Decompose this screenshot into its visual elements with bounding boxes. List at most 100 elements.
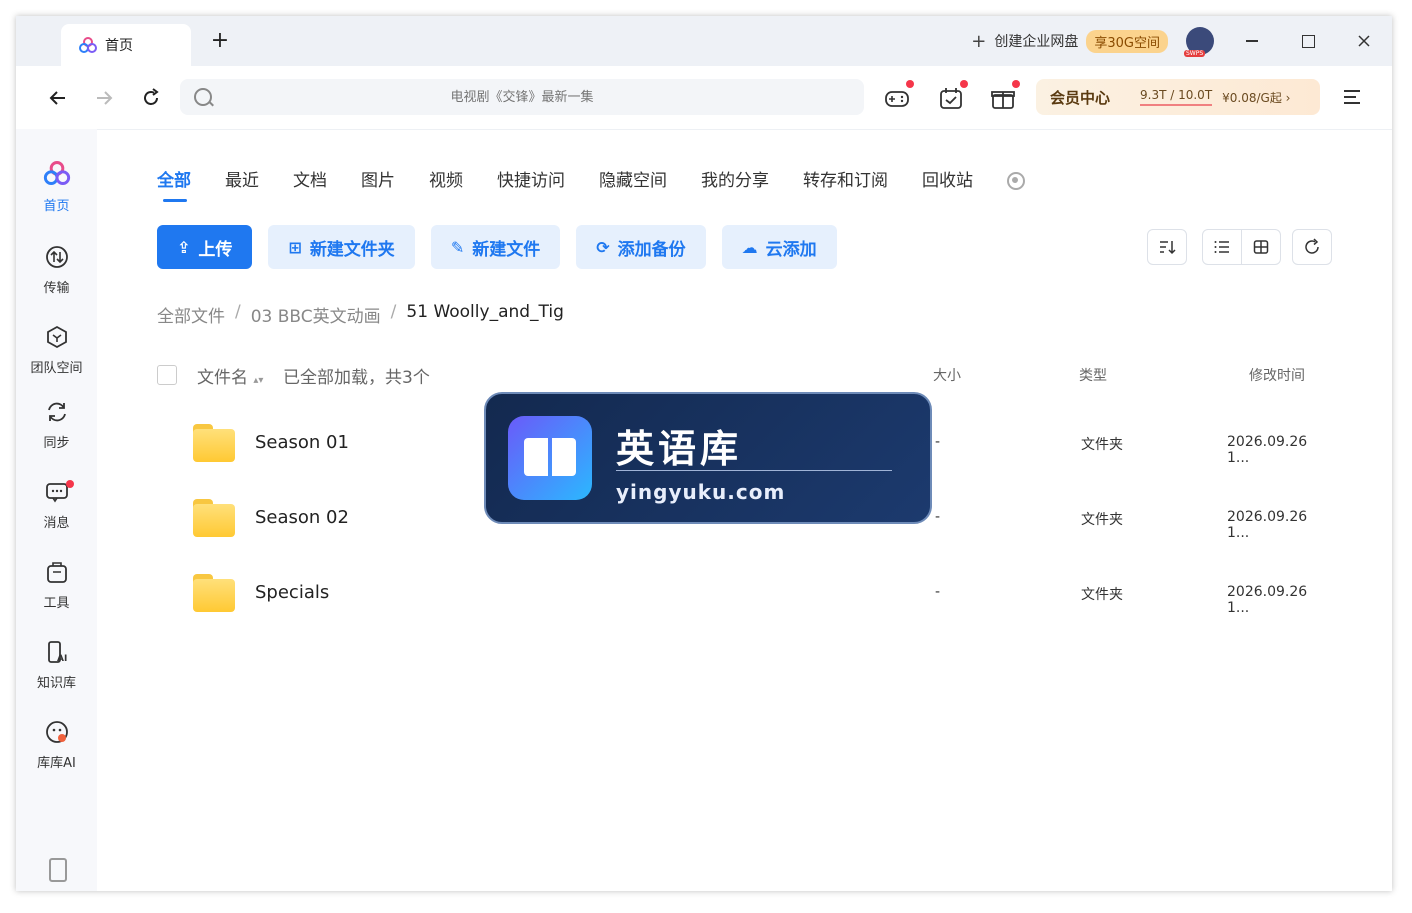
tab-quick-access[interactable]: 快捷访问 (497, 166, 565, 202)
tab-saved-subscriptions[interactable]: 转存和订阅 (803, 166, 888, 202)
tab-recent[interactable]: 最近 (225, 166, 259, 202)
enterprise-badge: 享30G空间 (1086, 29, 1168, 53)
maximize-button[interactable] (1280, 16, 1336, 66)
forward-icon[interactable] (92, 86, 116, 110)
tab-videos[interactable]: 视频 (429, 166, 463, 202)
watermark-divider (616, 470, 892, 471)
column-time-header[interactable]: 修改时间 (1249, 365, 1305, 385)
file-name[interactable]: Specials (255, 582, 329, 603)
calendar-check-icon[interactable] (938, 86, 964, 110)
transfer-icon (45, 246, 68, 268)
back-icon[interactable] (46, 86, 70, 110)
tab-documents[interactable]: 文档 (293, 166, 327, 202)
sidebar-item-sync[interactable]: 同步 (16, 400, 97, 451)
tab-home[interactable]: 首页 (61, 24, 191, 66)
refresh-icon[interactable] (139, 86, 163, 110)
file-name[interactable]: Season 01 (255, 432, 349, 453)
cube-icon (46, 325, 67, 349)
sidebar-item-label: 首页 (43, 199, 70, 214)
notification-dot (906, 80, 914, 88)
search-icon (194, 88, 212, 106)
new-file-label: 新建文件 (472, 239, 541, 260)
sidebar-item-kuku-ai[interactable]: 库库AI (16, 720, 97, 771)
upload-label: 上传 (198, 239, 233, 260)
sidebar-item-messages[interactable]: 消息 (16, 480, 97, 531)
sort-icon (1160, 241, 1176, 255)
search-input[interactable] (180, 88, 864, 106)
refresh-icon (1305, 238, 1319, 254)
mobile-device-icon[interactable] (49, 858, 67, 882)
close-button[interactable] (1336, 16, 1392, 66)
sort-arrows-icon: ▴▾ (253, 375, 264, 386)
app-window: 首页 + + 创建企业网盘 享30G空间 SWPS 电视剧《交锋》最新一集 会员… (16, 16, 1392, 891)
file-modified-time: 2026.09.26 1... (1227, 434, 1308, 466)
game-icon[interactable] (884, 86, 910, 110)
menu-icon[interactable] (1344, 90, 1360, 104)
watermark-url: yingyuku.com (616, 480, 786, 504)
select-all-checkbox[interactable] (157, 365, 177, 385)
new-folder-button[interactable]: ⊞ 新建文件夹 (268, 225, 415, 269)
eye-icon[interactable] (1007, 172, 1025, 190)
sidebar-item-label: 传输 (43, 281, 70, 296)
sidebar-item-team-space[interactable]: 团队空间 (16, 325, 97, 376)
column-name-header[interactable]: 文件名 ▴▾ (197, 363, 263, 388)
upload-button[interactable]: ⇪ 上传 (157, 225, 253, 269)
file-name[interactable]: Season 02 (255, 507, 349, 528)
table-header: 文件名 ▴▾ 已全部加载，共3个 大小 类型 修改时间 (157, 363, 1332, 388)
sidebar-item-knowledge-base[interactable]: AI 知识库 (16, 640, 97, 691)
toolbox-icon (46, 562, 67, 583)
toolbar: 会员中心 9.3T / 10.0T ¥0.08/G起 › (16, 66, 1392, 130)
cloud-upload-icon: ☁ (741, 237, 758, 257)
new-file-button[interactable]: ✎ 新建文件 (430, 225, 561, 269)
add-backup-button[interactable]: ⟳ 添加备份 (576, 225, 706, 269)
sidebar-item-label: 同步 (43, 436, 70, 451)
file-size: - (935, 584, 941, 600)
sidebar-item-tools[interactable]: 工具 (16, 560, 97, 611)
tab-hidden-space[interactable]: 隐藏空间 (599, 166, 667, 202)
list-view-button[interactable] (1202, 229, 1242, 265)
grid-icon (1253, 240, 1269, 254)
file-modified-time: 2026.09.26 1... (1227, 509, 1308, 541)
minimize-button[interactable] (1224, 16, 1280, 66)
ai-assistant-icon (45, 721, 68, 743)
breadcrumb: 全部文件 / 03 BBC英文动画 / 51 Woolly_and_Tig (157, 302, 564, 327)
tab-images[interactable]: 图片 (361, 166, 395, 202)
breadcrumb-current: 51 Woolly_and_Tig (406, 302, 564, 322)
storage-price: ¥0.08/G起 › (1222, 90, 1291, 105)
action-bar: ⇪ 上传 ⊞ 新建文件夹 ✎ 新建文件 ⟳ 添加备份 ☁ 云添加 (157, 225, 853, 269)
new-tab-button[interactable]: + (208, 30, 232, 54)
sidebar-item-transfer[interactable]: 传输 (16, 245, 97, 296)
svg-text:AI: AI (57, 654, 67, 664)
add-folder-icon: ⊞ (288, 237, 302, 257)
tab-all[interactable]: 全部 (157, 166, 191, 202)
refresh-list-button[interactable] (1292, 229, 1332, 265)
search-bar[interactable] (180, 79, 864, 115)
folder-icon (193, 499, 235, 537)
tab-my-shares[interactable]: 我的分享 (701, 166, 769, 202)
table-row[interactable]: Specials - 文件夹 2026.09.26 1... (157, 564, 1332, 624)
tab-title: 首页 (105, 38, 133, 54)
tab-recycle-bin[interactable]: 回收站 (922, 166, 973, 202)
file-size: - (935, 509, 941, 525)
create-enterprise-link[interactable]: + 创建企业网盘 享30G空间 (971, 29, 1168, 53)
breadcrumb-root[interactable]: 全部文件 (157, 302, 225, 327)
breadcrumb-separator: / (235, 302, 241, 322)
sort-button[interactable] (1147, 229, 1187, 265)
column-size-header[interactable]: 大小 (933, 365, 961, 385)
sidebar-item-home[interactable]: 首页 (16, 159, 97, 214)
grid-view-button[interactable] (1242, 229, 1281, 265)
create-enterprise-label: 创建企业网盘 (994, 34, 1079, 50)
cloud-add-button[interactable]: ☁ 云添加 (721, 225, 837, 269)
folder-icon (193, 424, 235, 462)
vip-center-button[interactable]: 会员中心 9.3T / 10.0T ¥0.08/G起 › (1036, 79, 1320, 115)
avatar[interactable] (1184, 27, 1214, 57)
vip-label: 会员中心 (1050, 88, 1111, 107)
new-folder-label: 新建文件夹 (309, 239, 395, 260)
column-type-header[interactable]: 类型 (1079, 365, 1107, 385)
storage-usage: 9.3T / 10.0T (1140, 88, 1213, 106)
gift-icon[interactable] (990, 86, 1016, 110)
loaded-count: 已全部加载，共3个 (283, 368, 430, 388)
sidebar-item-label: 知识库 (36, 676, 76, 691)
tab-bar: 首页 + + 创建企业网盘 享30G空间 (16, 16, 1392, 66)
breadcrumb-level1[interactable]: 03 BBC英文动画 (251, 302, 381, 327)
